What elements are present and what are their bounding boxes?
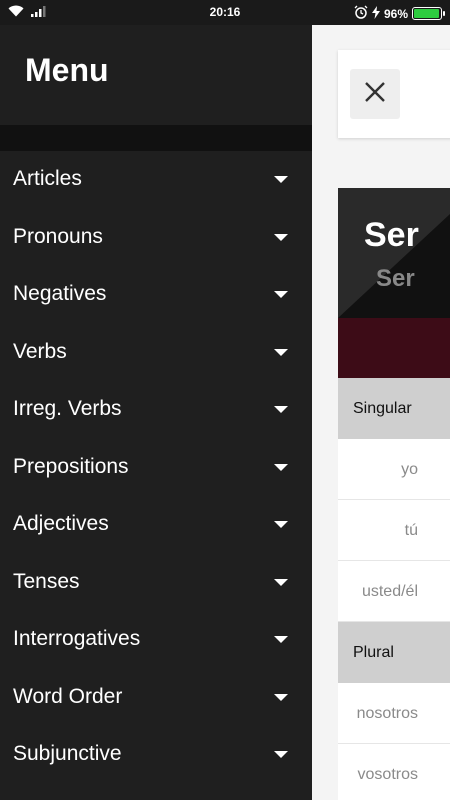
- chevron-down-icon: [274, 578, 288, 586]
- chevron-down-icon: [274, 176, 288, 183]
- section-row-plural: Plural: [338, 622, 450, 683]
- menu-item-irreg-verbs[interactable]: Irreg. Verbs: [0, 381, 312, 439]
- pronoun-label: vosotros: [357, 766, 418, 783]
- close-button[interactable]: [350, 69, 400, 119]
- menu-item-word-order[interactable]: Word Order: [0, 669, 312, 727]
- table-row: yo: [338, 439, 450, 500]
- section-label: Singular: [353, 400, 412, 417]
- navigation-drawer: Menu Articles Pronouns Negatives Verbs I…: [0, 25, 312, 800]
- charging-icon: [371, 5, 380, 22]
- chevron-down-icon: [274, 693, 288, 701]
- verb-title: Ser: [364, 216, 419, 254]
- chevron-down-icon: [274, 406, 288, 413]
- verb-header-card: Ser Ser: [338, 188, 450, 318]
- menu-item-negatives[interactable]: Negatives: [0, 266, 312, 324]
- menu-item-label: Tenses: [13, 569, 80, 593]
- table-row: usted/él: [338, 561, 450, 622]
- menu-item-subjunctive[interactable]: Subjunctive: [0, 726, 312, 784]
- verb-subtitle: Ser: [376, 265, 415, 292]
- table-row: vosotros: [338, 744, 450, 800]
- pronoun-label: nosotros: [356, 705, 418, 722]
- battery-fill: [414, 9, 439, 18]
- chevron-down-icon: [274, 233, 288, 241]
- drawer-header: Menu: [0, 25, 312, 125]
- menu-item-label: Adjectives: [13, 512, 109, 535]
- alarm-icon: [354, 5, 368, 22]
- chevron-down-icon: [274, 291, 288, 298]
- menu-item-tenses[interactable]: Tenses: [0, 554, 312, 612]
- menu-item-label: Negatives: [13, 282, 107, 305]
- pronoun-label: yo: [401, 461, 418, 478]
- menu-item-articles[interactable]: Articles: [0, 151, 312, 209]
- battery-icon: [412, 7, 445, 20]
- chevron-down-icon: [274, 348, 288, 356]
- drawer-divider: [0, 125, 312, 151]
- chevron-down-icon: [274, 751, 288, 758]
- app-screen: 20:16 96% Ser Ser Singular yo tú usted/é…: [0, 0, 450, 800]
- menu-item-label: Interrogatives: [13, 627, 141, 650]
- menu-item-label: Subjunctive: [13, 742, 122, 765]
- menu-item-prepositions[interactable]: Prepositions: [0, 439, 312, 497]
- menu-item-label: Articles: [13, 167, 82, 190]
- close-icon: [363, 80, 387, 109]
- menu-item-interrogatives[interactable]: Interrogatives: [0, 611, 312, 669]
- top-toolbar-card: [338, 50, 450, 138]
- status-bar: 20:16 96%: [0, 0, 450, 25]
- table-row: tú: [338, 500, 450, 561]
- chevron-down-icon: [274, 463, 288, 471]
- chevron-down-icon: [274, 636, 288, 643]
- status-right: 96%: [354, 5, 445, 22]
- drawer-title: Menu: [25, 52, 109, 88]
- tense-bar[interactable]: [338, 318, 450, 378]
- battery-percent: 96%: [383, 6, 408, 21]
- menu-item-label: Prepositions: [13, 454, 129, 478]
- menu-item-label: Pronouns: [13, 224, 103, 248]
- table-row: nosotros: [338, 683, 450, 744]
- menu-item-label: Verbs: [13, 339, 67, 363]
- menu-item-verbs[interactable]: Verbs: [0, 324, 312, 382]
- section-label: Plural: [353, 644, 394, 661]
- pronoun-label: usted/él: [361, 583, 418, 600]
- chevron-down-icon: [274, 521, 288, 528]
- pronoun-label: tú: [404, 522, 418, 539]
- menu-item-label: Irreg. Verbs: [13, 397, 122, 420]
- menu-item-label: Word Order: [13, 684, 123, 708]
- menu-item-adjectives[interactable]: Adjectives: [0, 496, 312, 554]
- section-row-singular: Singular: [338, 378, 450, 439]
- menu-item-pronouns[interactable]: Pronouns: [0, 209, 312, 267]
